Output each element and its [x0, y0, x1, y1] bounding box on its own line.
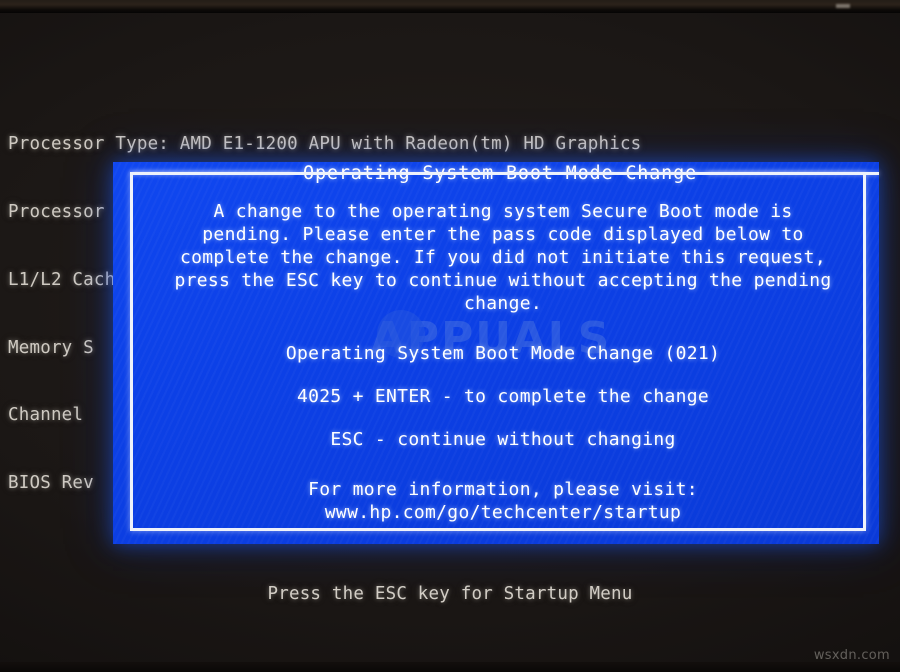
dialog-message-paragraph: A change to the operating system Secure …: [174, 201, 832, 314]
corner-credit-watermark: wsxdn.com: [813, 648, 890, 663]
support-url: www.hp.com/go/techcenter/startup: [324, 502, 682, 523]
more-info-label: For more information, please visit:: [308, 479, 698, 500]
dialog-body: A change to the operating system Secure …: [135, 200, 871, 524]
dialog-passcode-line: 4025 + ENTER - to complete the change: [296, 386, 710, 407]
startup-menu-hint: Press the ESC key for Startup Menu: [267, 584, 633, 604]
monitor-bezel-bottom: [0, 662, 900, 672]
bios-screen-photo: Processor Type: AMD E1-1200 APU with Rad…: [0, 0, 900, 672]
dialog-event-line: Operating System Boot Mode Change (021): [285, 343, 721, 364]
bezel-light-glint-icon: [836, 4, 850, 8]
dialog-more-info-block: For more information, please visit: www.…: [135, 478, 871, 524]
dialog-escape-line: ESC - continue without changing: [330, 429, 676, 450]
boot-mode-change-dialog: Operating System Boot Mode Change APPUAL…: [113, 162, 879, 544]
monitor-bezel-top: [0, 0, 900, 13]
bios-line-processor-type: Processor Type: AMD E1-1200 APU with Rad…: [8, 134, 642, 155]
